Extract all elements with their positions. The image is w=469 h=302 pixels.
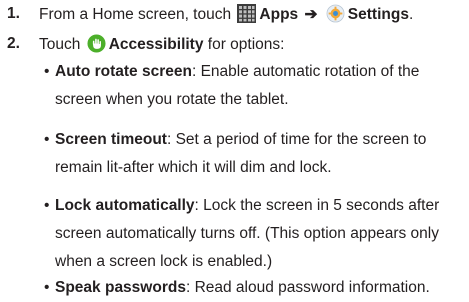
apps-label: Apps: [259, 6, 299, 23]
settings-gear-icon: [326, 4, 345, 23]
step-text-after: for options:: [207, 36, 285, 53]
option-item: • Screen timeout: Set a period of time f…: [44, 126, 464, 182]
bullet: •: [44, 131, 50, 148]
step-text: Touch Accessibility for options:: [39, 34, 284, 55]
option-term: Screen timeout: [55, 131, 167, 148]
option-item: • Auto rotate screen: Enable automatic r…: [44, 58, 464, 114]
step-text-before: From a Home screen, touch: [39, 6, 232, 23]
option-term: Lock automatically: [55, 197, 195, 214]
accessibility-label: Accessibility: [108, 36, 204, 53]
apps-grid-icon: [237, 4, 257, 23]
bullet: •: [44, 197, 50, 214]
bullet: •: [44, 63, 50, 80]
bullet: •: [44, 279, 50, 296]
step-text: From a Home screen, touch Apps ➔ Setting…: [39, 4, 413, 25]
option-description: : Read aloud password information.: [185, 279, 430, 296]
option-term: Speak passwords: [55, 279, 186, 296]
option-term: Auto rotate screen: [55, 63, 192, 80]
arrow-icon: ➔: [304, 6, 318, 23]
option-item: • Lock automatically: Lock the screen in…: [44, 192, 464, 276]
instruction-document: 1. From a Home screen, touch Apps ➔ Sett…: [0, 0, 469, 302]
step-number: 1.: [7, 5, 20, 22]
step-number: 2.: [7, 35, 20, 52]
step-text-after: .: [408, 6, 414, 23]
step-text-before: Touch: [39, 36, 81, 53]
option-item: • Speak passwords: Read aloud password i…: [44, 274, 464, 302]
accessibility-icon: [87, 34, 106, 53]
settings-label: Settings: [347, 6, 409, 23]
